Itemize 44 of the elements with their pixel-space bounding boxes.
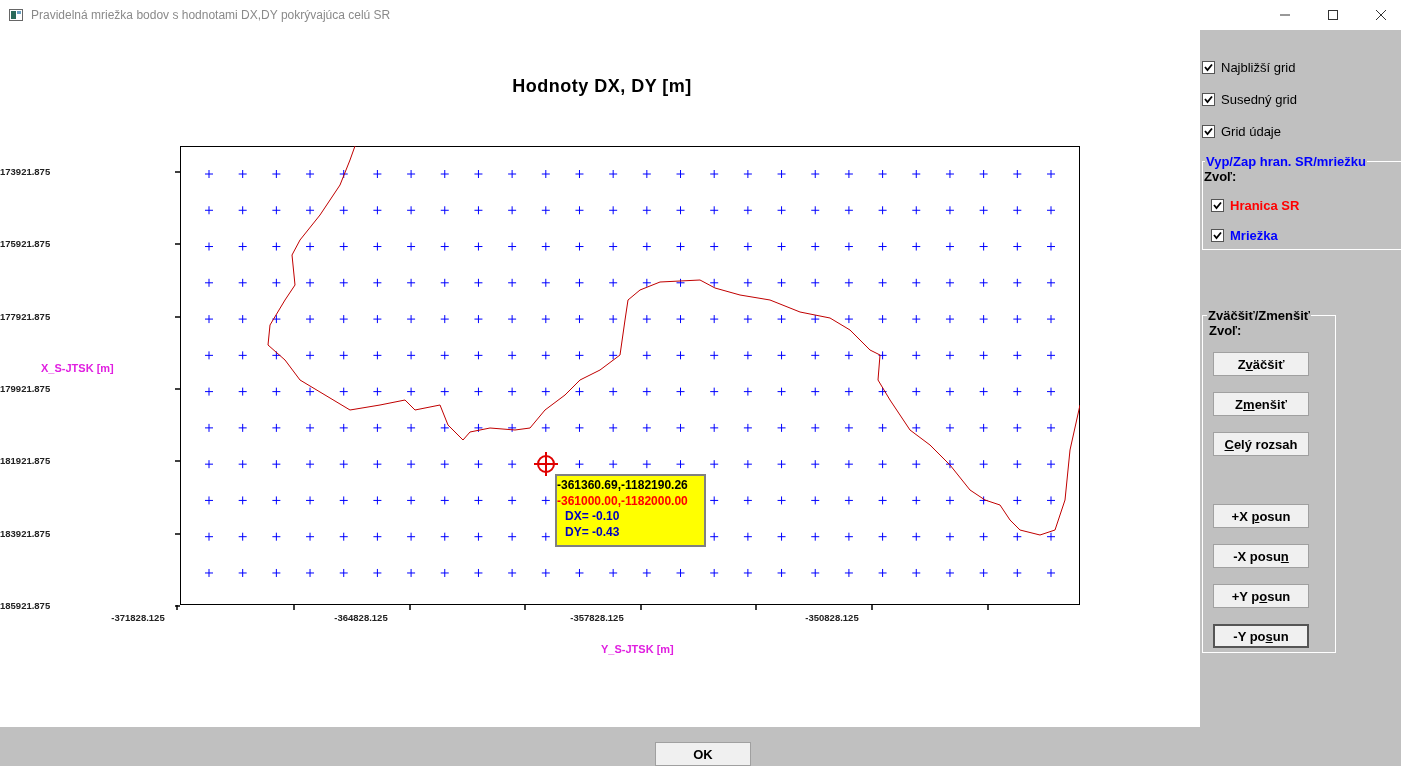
- y-tick-label: 177921.875: [0, 311, 51, 322]
- check-icon: [1204, 126, 1213, 136]
- app-icon: [9, 9, 23, 21]
- pan-button[interactable]: +X posun: [1213, 504, 1309, 528]
- option-checkbox[interactable]: Grid údaje: [1202, 122, 1401, 140]
- prompt-label: Zvoľ:: [1204, 169, 1238, 184]
- close-icon[interactable]: [1375, 9, 1387, 21]
- y-axis-label: X_S-JTSK [m]: [41, 362, 114, 374]
- maximize-icon[interactable]: [1327, 9, 1339, 21]
- check-icon: [1204, 62, 1213, 72]
- y-tick-label: 183921.875: [0, 528, 51, 539]
- option-checkbox[interactable]: Najbližší grid: [1202, 58, 1401, 76]
- zoom-button[interactable]: Zväčšiť: [1213, 352, 1309, 376]
- y-tick-label: 175921.875: [0, 238, 51, 249]
- prompt-label: Zvoľ:: [1209, 323, 1242, 338]
- check-icon: [1213, 230, 1222, 240]
- layer-checkbox[interactable]: Mriežka: [1211, 226, 1393, 244]
- y-tick-label: 181921.875: [0, 455, 51, 466]
- x-tick-label: -357828.125: [569, 612, 625, 623]
- check-icon: [1204, 94, 1213, 104]
- zoom-button[interactable]: Zmenšiť: [1213, 392, 1309, 416]
- pan-button[interactable]: -Y posun: [1213, 624, 1309, 648]
- y-tick-label: 179921.875: [0, 383, 51, 394]
- ok-button[interactable]: OK: [655, 742, 751, 766]
- group-title: Zväčšiť/Zmenšiť: [1207, 308, 1312, 323]
- x-tick-label: -364828.125: [333, 612, 389, 623]
- pan-button[interactable]: -X posun: [1213, 544, 1309, 568]
- tooltip-line: -361000.00,-1182000.00: [557, 493, 689, 509]
- x-tick-label: -371828.125: [110, 612, 166, 623]
- crosshair-icon: [533, 451, 559, 477]
- chart-title: Hodnoty DX, DY [m]: [511, 76, 693, 97]
- window-title: Pravidelná mriežka bodov s hodnotami DX,DY pokrývajúca celú SR: [31, 8, 392, 22]
- group-title: Vyp/Zap hran. SR/mriežku: [1205, 154, 1367, 169]
- tooltip-line: -361360.69,-1182190.26: [557, 478, 689, 494]
- option-checkbox[interactable]: Susedný grid: [1202, 90, 1401, 108]
- y-tick-label: 173921.875: [0, 166, 51, 177]
- tooltip-line: DX= -0.10: [564, 509, 621, 525]
- zoom-button[interactable]: Celý rozsah: [1213, 432, 1309, 456]
- y-tick-label: 185921.875: [0, 600, 51, 611]
- pan-button[interactable]: +Y posun: [1213, 584, 1309, 608]
- x-tick-label: -350828.125: [804, 612, 860, 623]
- x-axis-label: Y_S-JTSK [m]: [601, 643, 674, 655]
- tooltip-line: DY= -0.43: [564, 524, 621, 540]
- check-icon: [1213, 200, 1222, 210]
